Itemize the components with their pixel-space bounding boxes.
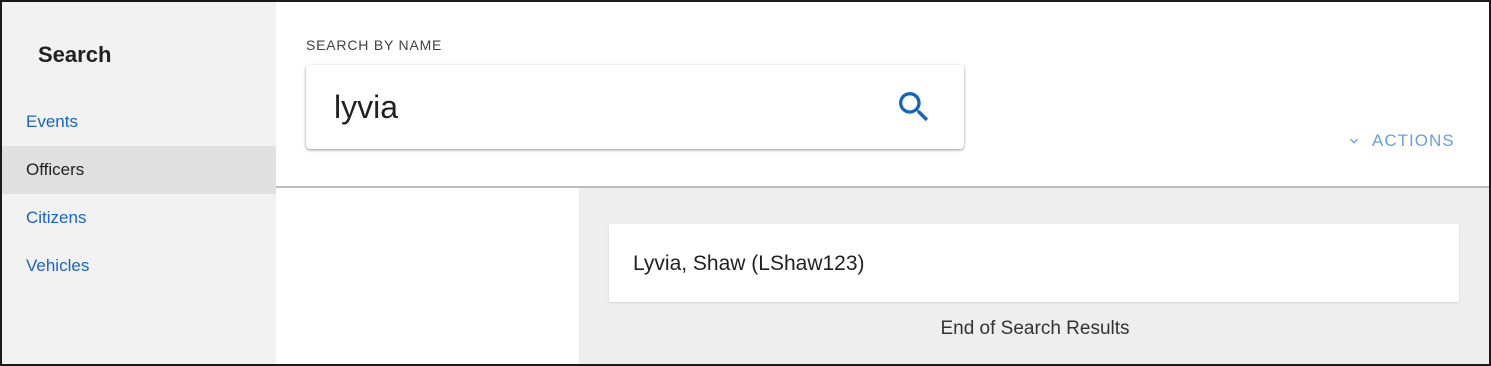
sidebar-title: Search xyxy=(38,42,112,67)
left-pane xyxy=(276,188,579,364)
results-panel: Lyvia, Shaw (LShaw123) End of Search Res… xyxy=(579,188,1489,364)
result-name: Lyvia, Shaw (LShaw123) xyxy=(633,252,865,275)
app-frame: Search Events Officers Citizens Vehicles… xyxy=(0,0,1491,366)
end-of-results-text: End of Search Results xyxy=(940,318,1130,339)
search-label: SEARCH BY NAME xyxy=(306,37,443,53)
sidebar-item-officers[interactable]: Officers xyxy=(2,146,276,194)
result-card[interactable]: Lyvia, Shaw (LShaw123) xyxy=(609,224,1459,302)
actions-button[interactable]: ACTIONS xyxy=(1346,130,1455,152)
search-icon xyxy=(899,92,929,122)
sidebar-item-vehicles[interactable]: Vehicles xyxy=(2,242,276,290)
actions-label: ACTIONS xyxy=(1372,131,1455,150)
search-input[interactable] xyxy=(334,85,874,129)
sidebar-item-citizens[interactable]: Citizens xyxy=(2,194,276,242)
search-button[interactable] xyxy=(892,85,936,129)
sidebar-nav: Events Officers Citizens Vehicles xyxy=(2,98,276,290)
chevron-down-icon xyxy=(1350,138,1358,144)
sidebar: Search Events Officers Citizens Vehicles xyxy=(2,2,276,364)
search-box xyxy=(306,65,964,149)
sidebar-item-events[interactable]: Events xyxy=(2,98,276,146)
